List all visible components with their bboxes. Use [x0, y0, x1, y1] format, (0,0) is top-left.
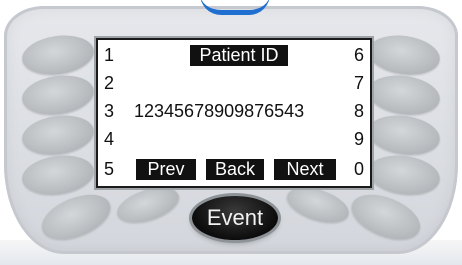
side-button-7[interactable]	[365, 71, 443, 119]
side-button-6[interactable]	[365, 31, 443, 79]
screen-row-3: 3 12345678909876543 8	[98, 99, 370, 123]
key-number-4: 4	[104, 129, 115, 149]
screen-row-5: 5 Prev Back Next 0	[98, 157, 370, 181]
key-number-1: 1	[104, 45, 115, 65]
softkey-pad-next[interactable]	[282, 180, 354, 230]
key-number-5: 5	[104, 159, 115, 179]
event-button[interactable]: Event	[192, 196, 278, 240]
key-number-7: 7	[353, 73, 364, 93]
side-button-1[interactable]	[19, 31, 97, 79]
key-number-8: 8	[353, 101, 364, 121]
screen-row-2: 2 7	[98, 71, 370, 95]
key-number-2: 2	[104, 73, 115, 93]
next-softkey[interactable]: Next	[274, 159, 336, 180]
side-button-8[interactable]	[365, 111, 443, 159]
lcd-screen: 1 Patient ID 6 2 7 3 12345678909876543 8…	[96, 38, 372, 188]
key-number-3: 3	[104, 101, 115, 121]
prev-softkey[interactable]: Prev	[136, 159, 196, 180]
screen-title: Patient ID	[190, 45, 288, 66]
screen-row-4: 4 9	[98, 127, 370, 151]
side-button-2[interactable]	[19, 71, 97, 119]
key-number-9: 9	[353, 129, 364, 149]
side-button-0[interactable]	[345, 185, 427, 249]
key-number-6: 6	[353, 45, 364, 65]
patient-id-value: 12345678909876543	[134, 101, 305, 121]
side-button-5[interactable]	[35, 185, 117, 249]
side-button-3[interactable]	[19, 111, 97, 159]
key-number-0: 0	[353, 159, 364, 179]
screen-row-1: 1 Patient ID 6	[98, 43, 370, 67]
side-button-9[interactable]	[365, 151, 443, 199]
back-softkey[interactable]: Back	[206, 159, 264, 180]
side-button-4[interactable]	[19, 151, 97, 199]
softkey-pad-prev[interactable]	[112, 180, 184, 230]
